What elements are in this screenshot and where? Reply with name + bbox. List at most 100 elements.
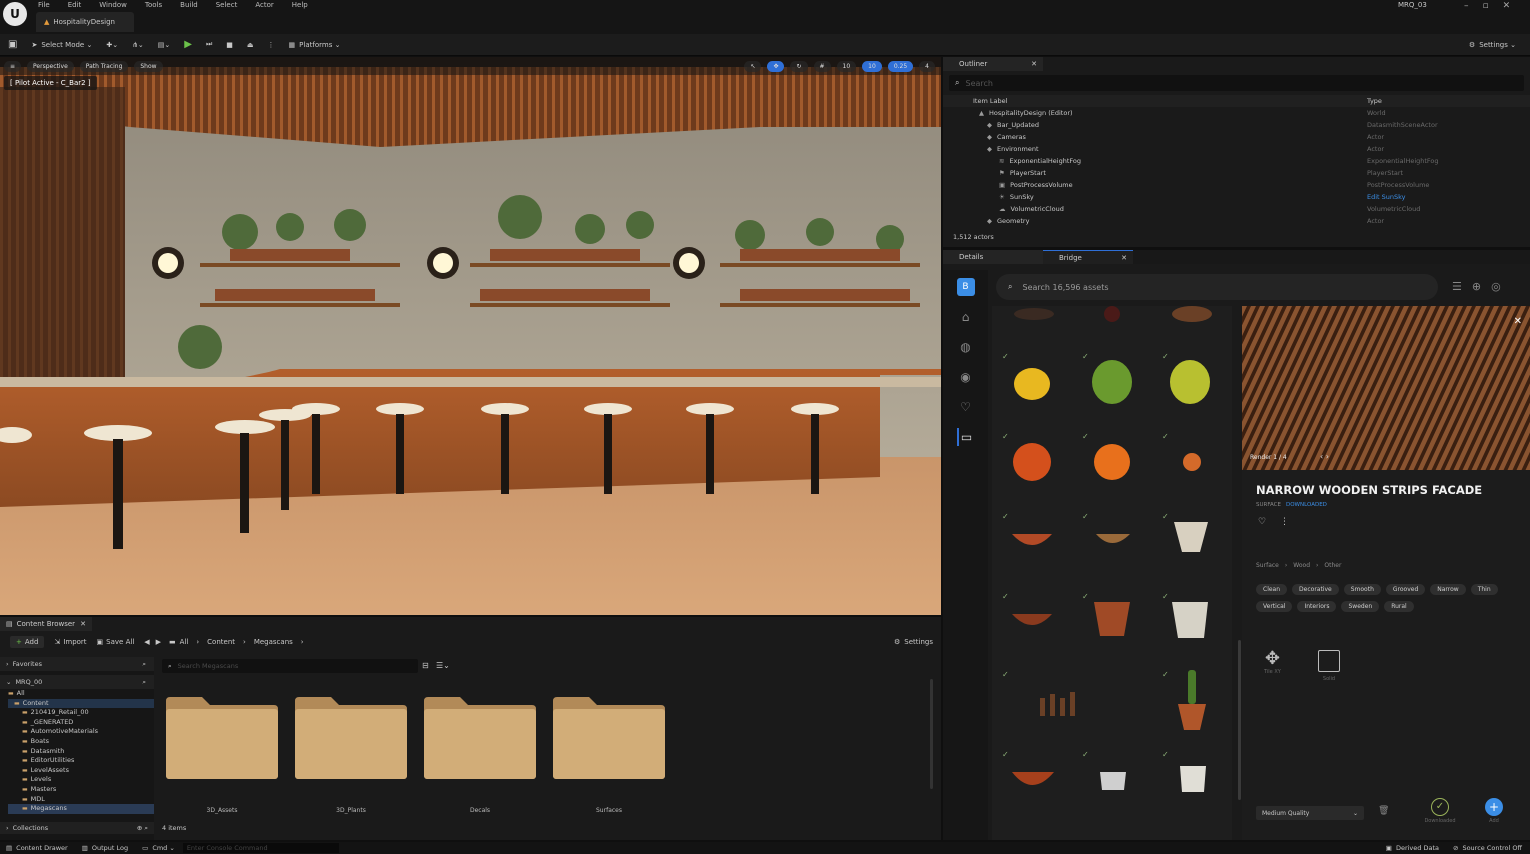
search-icon[interactable]: ⌕: [142, 678, 146, 687]
cmd-select[interactable]: ▭ Cmd ⌄: [142, 844, 175, 852]
bridge-search-input[interactable]: ⌕ Search 16,596 assets: [996, 274, 1438, 300]
outliner-row[interactable]: ◆ Geometry Actor: [943, 215, 1530, 227]
favorites-header[interactable]: › Favorites ⌕: [0, 657, 154, 671]
outliner-row[interactable]: ▲ HospitalityDesign (Editor) World: [943, 107, 1530, 119]
col-item-label[interactable]: Item Label: [973, 97, 1007, 105]
step-icon[interactable]: ⏭: [206, 40, 212, 49]
outliner-row[interactable]: ◆ Cameras Actor: [943, 131, 1530, 143]
import-button[interactable]: ⇲ Import: [54, 638, 86, 646]
menu-select[interactable]: Select: [216, 1, 238, 9]
viewport-menu-icon[interactable]: ≡: [4, 60, 22, 72]
globe-icon[interactable]: ◍: [957, 338, 975, 356]
tag[interactable]: Thin: [1470, 584, 1498, 595]
render-nav-icon[interactable]: ‹ ›: [1320, 452, 1329, 461]
home-icon[interactable]: ⌂: [957, 308, 975, 326]
menu-actor[interactable]: Actor: [255, 1, 273, 9]
outliner-row[interactable]: ☁ VolumetricCloud VolumetricCloud: [943, 203, 1530, 215]
blueprint-icon[interactable]: ⋔⌄: [132, 41, 144, 49]
asset-grid-scrollbar[interactable]: [1238, 640, 1241, 800]
add-to-project-button[interactable]: + Add: [1474, 798, 1514, 824]
path-segment[interactable]: Megascans: [254, 638, 293, 646]
platforms-button[interactable]: ▦ Platforms ⌄: [289, 41, 341, 49]
outliner-row[interactable]: ≋ ExponentialHeightFog ExponentialHeightFo…: [943, 155, 1530, 167]
tag[interactable]: Rural: [1384, 601, 1414, 612]
actor-type[interactable]: Edit SunSky: [1367, 191, 1406, 203]
content-drawer-button[interactable]: ▤ Content Drawer: [6, 844, 68, 852]
minimize-icon[interactable]: –: [1464, 1, 1469, 11]
perspective-button[interactable]: Perspective: [27, 60, 74, 72]
show-button[interactable]: Show: [134, 60, 163, 72]
tag[interactable]: Grooved: [1385, 584, 1426, 595]
outliner-row[interactable]: ◆ Bar_Updated DatasmithSceneActor: [943, 119, 1530, 131]
local-library-icon[interactable]: ▭: [956, 428, 975, 446]
outliner-row[interactable]: ▣ PostProcessVolume PostProcessVolume: [943, 179, 1530, 191]
tag[interactable]: Narrow: [1430, 584, 1466, 595]
tag[interactable]: Vertical: [1256, 601, 1293, 612]
content-browser-tab[interactable]: ▤ Content Browser ✕: [0, 617, 92, 631]
more-icon[interactable]: ⋮: [268, 41, 275, 49]
grid-snap-value[interactable]: 10: [836, 60, 857, 72]
level-tab[interactable]: ▲ HospitalityDesign: [36, 12, 134, 32]
tab-bridge[interactable]: Bridge ✕: [1043, 250, 1133, 264]
close-tab-icon[interactable]: ✕: [80, 620, 86, 628]
level-viewport[interactable]: [0, 57, 941, 615]
outliner-tab[interactable]: Outliner ✕: [943, 57, 1043, 71]
folder-tree-item[interactable]: ▬ All: [8, 689, 154, 699]
path-segment[interactable]: All: [180, 638, 189, 646]
rotate-tool-icon[interactable]: ↻: [790, 60, 808, 72]
tag[interactable]: Decorative: [1292, 584, 1339, 595]
scale-snap-value[interactable]: 0.25: [887, 60, 914, 72]
tag[interactable]: Smooth: [1343, 584, 1381, 595]
collections-header[interactable]: › Collections ⊕ ⌕: [0, 822, 154, 834]
breadcrumb-item[interactable]: Other: [1324, 562, 1341, 569]
close-bridge-icon[interactable]: ✕: [1121, 254, 1127, 262]
heart-icon[interactable]: ♡: [957, 398, 975, 416]
folder-tree-item[interactable]: ▬ Masters: [8, 785, 154, 795]
folder-tile[interactable]: 3D_Assets: [166, 695, 278, 823]
project-header[interactable]: ⌄ MRQ_00 ⌕: [0, 675, 154, 689]
history-forward-icon[interactable]: ▶: [156, 638, 161, 646]
tag[interactable]: Interiors: [1297, 601, 1337, 612]
tag[interactable]: Sweden: [1341, 601, 1380, 612]
tile-xy-tool[interactable]: ✥ Tile XY: [1264, 648, 1281, 675]
trash-icon[interactable]: 🗑: [1378, 806, 1389, 816]
folder-tree-item[interactable]: ▬ _GENERATED: [8, 718, 154, 728]
cb-search-input[interactable]: ⌕ Search Megascans: [162, 659, 418, 673]
history-back-icon[interactable]: ◀: [144, 638, 149, 646]
menu-edit[interactable]: Edit: [68, 1, 82, 9]
user-icon[interactable]: ◉: [957, 368, 975, 386]
breadcrumb-item[interactable]: Wood: [1293, 562, 1310, 569]
camera-speed-value[interactable]: 4: [919, 60, 935, 72]
play-icon[interactable]: ▶: [184, 39, 192, 50]
bridge-logo-icon[interactable]: B: [956, 278, 975, 296]
folder-tree-item[interactable]: ▬ Content: [8, 698, 154, 709]
search-icon[interactable]: ⌕: [142, 660, 146, 669]
console-input[interactable]: Enter Console Command: [182, 843, 339, 853]
grid-snap-icon[interactable]: #: [813, 60, 831, 72]
menu-build[interactable]: Build: [180, 1, 198, 9]
folder-tree-item[interactable]: ▬ Boats: [8, 737, 154, 747]
folder-tree-item[interactable]: ▬ MDL: [8, 795, 154, 805]
select-mode-button[interactable]: ➤ Select Mode ⌄: [31, 41, 92, 49]
stop-icon[interactable]: ■: [226, 41, 233, 49]
folder-tree-item[interactable]: ▬ AutomotiveMaterials: [8, 727, 154, 737]
add-actor-icon[interactable]: ✚⌄: [106, 41, 118, 49]
source-control-button[interactable]: ⊘ Source Control Off: [1453, 844, 1522, 852]
menu-tools[interactable]: Tools: [145, 1, 162, 9]
derived-data-button[interactable]: ▣ Derived Data: [1386, 844, 1439, 852]
breadcrumb-item[interactable]: Surface: [1256, 562, 1279, 569]
save-search-icon[interactable]: ⊟: [422, 661, 429, 670]
folder-tile[interactable]: 3D_Plants: [295, 695, 407, 823]
save-all-button[interactable]: ▣ Save All: [97, 638, 135, 646]
folder-tree-item[interactable]: ▬ 210419_Retail_00: [8, 708, 154, 718]
account-icon[interactable]: ◎: [1491, 280, 1501, 293]
maximize-icon[interactable]: ▫: [1483, 1, 1489, 11]
col-type[interactable]: Type: [1367, 97, 1382, 105]
move-tool-icon[interactable]: ✥: [767, 60, 785, 72]
cinematics-icon[interactable]: ▤⌄: [158, 41, 170, 49]
cb-settings-button[interactable]: ⚙ Settings: [894, 638, 933, 646]
save-icon[interactable]: ▣: [8, 39, 17, 50]
close-preview-icon[interactable]: ✕: [1514, 316, 1522, 327]
folder-tree-item[interactable]: ▬ EditorUtilities: [8, 756, 154, 766]
favorite-heart-icon[interactable]: ♡: [1258, 517, 1266, 527]
